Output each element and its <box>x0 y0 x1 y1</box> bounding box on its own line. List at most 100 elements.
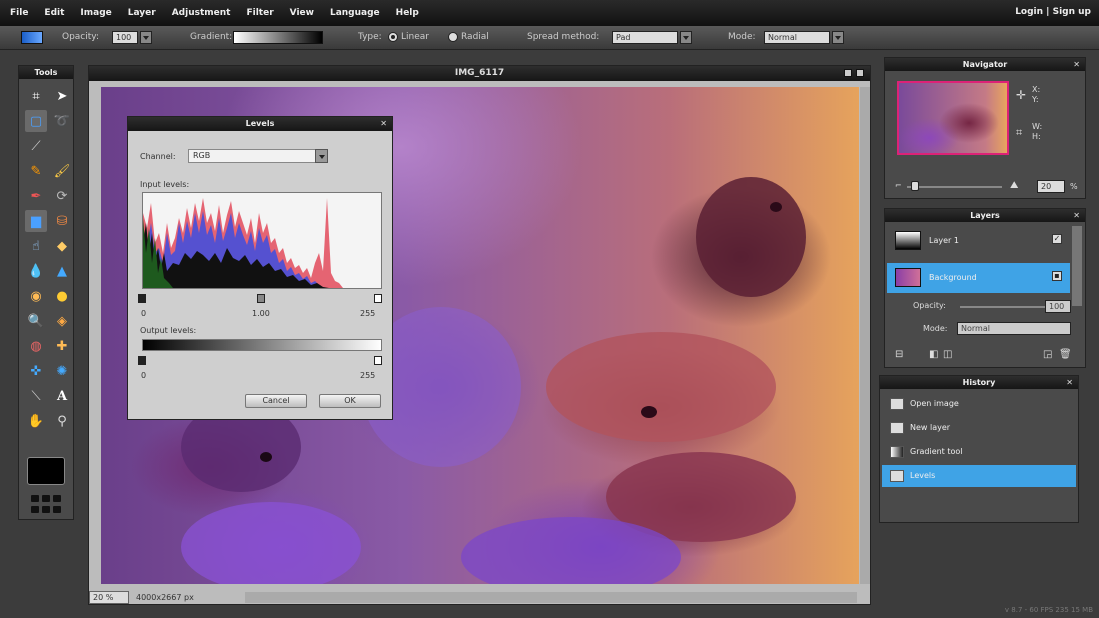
eraser-icon[interactable]: ◆ <box>51 235 73 257</box>
layer-row-background[interactable]: Background ▪ <box>887 263 1070 293</box>
mode-dropdown-button[interactable] <box>832 31 844 44</box>
menu-image[interactable]: Image <box>80 8 111 18</box>
horizontal-scrollbar[interactable] <box>245 592 857 603</box>
pinch-icon[interactable]: ✺ <box>51 360 73 382</box>
history-item-open-image[interactable]: Open image <box>882 393 1076 415</box>
crop-icon[interactable]: ⌗ <box>25 85 47 107</box>
gradient-preview[interactable] <box>233 31 323 44</box>
spot-heal-icon[interactable]: ✚ <box>51 335 73 357</box>
zoom-input[interactable]: 20 % <box>89 591 129 604</box>
menu-edit[interactable]: Edit <box>44 8 64 18</box>
maximize-icon[interactable] <box>844 69 852 77</box>
channel-dropdown-button[interactable] <box>315 149 328 163</box>
marquee-icon[interactable]: ▢ <box>25 110 47 132</box>
login-signup-links[interactable]: Login | Sign up <box>1015 7 1091 17</box>
mode-select[interactable]: Normal <box>764 31 830 44</box>
zoom-out-icon[interactable]: ⌐ <box>895 181 902 190</box>
menu-language[interactable]: Language <box>330 8 380 18</box>
close-icon[interactable]: ✕ <box>380 117 387 131</box>
clone-icon[interactable]: ✒ <box>25 185 47 207</box>
layer-lock-icon[interactable]: ▪ <box>1052 271 1062 281</box>
layer-row-layer-1[interactable]: Layer 1 ✓ <box>887 226 1070 256</box>
history-step-icon <box>890 398 904 410</box>
layer-mode-select[interactable]: Normal <box>957 322 1071 335</box>
close-icon[interactable] <box>856 69 864 77</box>
output-black-slider[interactable] <box>138 356 146 365</box>
new-layer-icon[interactable]: ◲ <box>1043 349 1052 360</box>
width-label: W: <box>1032 122 1043 131</box>
zoom-percent-input[interactable]: 20 <box>1037 180 1065 193</box>
type-linear-radio[interactable] <box>388 32 398 42</box>
layer-mode-label: Mode: <box>923 324 948 333</box>
zoom-icon[interactable]: 🔍 <box>25 310 47 332</box>
text-icon[interactable]: A <box>51 385 73 407</box>
zoom-slider-knob[interactable] <box>911 181 919 191</box>
menu-layer[interactable]: Layer <box>128 8 156 18</box>
move-icon[interactable]: ➤ <box>51 85 73 107</box>
magic-wand-icon[interactable]: ⟋ <box>25 135 47 157</box>
close-icon[interactable]: ✕ <box>1073 209 1080 222</box>
vertical-scrollbar[interactable] <box>860 87 870 584</box>
spread-method-dropdown-button[interactable] <box>680 31 692 44</box>
gradient-label: Gradient: <box>190 32 233 42</box>
history-item-gradient-tool[interactable]: Gradient tool <box>882 441 1076 463</box>
pencil-icon[interactable]: ✎ <box>25 160 47 182</box>
red-eye-icon[interactable]: ◍ <box>25 335 47 357</box>
input-gamma-slider[interactable] <box>257 294 265 303</box>
layers-scrollbar[interactable] <box>1072 226 1082 306</box>
navigator-thumbnail[interactable] <box>897 81 1009 155</box>
layer-mask-icon[interactable]: ◧ <box>929 349 938 360</box>
menu-adjustment[interactable]: Adjustment <box>172 8 231 18</box>
type-radial-radio[interactable] <box>448 32 458 42</box>
magnifier-icon[interactable]: ⚲ <box>51 410 73 432</box>
menu-file[interactable]: File <box>10 8 28 18</box>
close-icon[interactable]: ✕ <box>1066 376 1073 389</box>
bloat-icon[interactable]: ✜ <box>25 360 47 382</box>
input-white-slider[interactable] <box>374 294 382 303</box>
dodge-icon[interactable]: ● <box>51 285 73 307</box>
history-label: New layer <box>910 423 951 432</box>
opacity-dropdown-button[interactable] <box>140 31 152 44</box>
gradient-icon[interactable]: ▆ <box>25 210 47 232</box>
brush-icon[interactable]: 🖌 <box>51 160 73 182</box>
layer-opacity-slider[interactable] <box>960 306 1045 308</box>
zoom-in-icon[interactable]: ⛰ <box>1010 180 1018 191</box>
opacity-input[interactable]: 100 <box>112 31 138 44</box>
output-gradient <box>142 339 382 351</box>
channel-select[interactable]: RGB <box>188 149 318 163</box>
eyedropper-icon[interactable]: ⟍ <box>25 385 47 407</box>
color-swatches[interactable] <box>27 457 65 485</box>
layer-opacity-input[interactable]: 100 <box>1045 300 1071 313</box>
hand-icon[interactable]: ✋ <box>25 410 47 432</box>
smudge-icon[interactable]: ☝ <box>25 235 47 257</box>
shape-icon[interactable]: ◈ <box>51 310 73 332</box>
spread-method-select[interactable]: Pad <box>612 31 678 44</box>
grid-view-icon[interactable] <box>27 493 65 515</box>
sponge-icon[interactable]: ◉ <box>25 285 47 307</box>
ok-button[interactable]: OK <box>319 394 381 408</box>
lasso-icon[interactable]: ➰ <box>51 110 73 132</box>
menu-view[interactable]: View <box>290 8 314 18</box>
close-icon[interactable]: ✕ <box>1073 58 1080 71</box>
layer-opacity-label: Opacity: <box>913 301 946 310</box>
input-gamma-value: 1.00 <box>252 309 270 318</box>
sharpen-icon[interactable]: ▲ <box>51 260 73 282</box>
layer-styles-icon[interactable]: ⊟ <box>895 349 903 360</box>
delete-layer-icon[interactable]: 🗑 <box>1059 349 1072 360</box>
output-white-slider[interactable] <box>374 356 382 365</box>
input-black-slider[interactable] <box>138 294 146 303</box>
bucket-icon[interactable]: ⛁ <box>51 210 73 232</box>
link-layers-icon[interactable]: ◫ <box>943 349 952 360</box>
zoom-slider-track[interactable] <box>907 186 1002 188</box>
cancel-button[interactable]: Cancel <box>245 394 307 408</box>
history-item-new-layer[interactable]: New layer <box>882 417 1076 439</box>
menu-filter[interactable]: Filter <box>246 8 273 18</box>
menu-help[interactable]: Help <box>396 8 419 18</box>
layer-visibility-checkbox[interactable]: ✓ <box>1052 234 1062 244</box>
history-item-levels[interactable]: Levels <box>882 465 1076 487</box>
crosshair-icon: ✛ <box>1016 88 1027 102</box>
color-replace-icon[interactable]: ⟳ <box>51 185 73 207</box>
blur-icon[interactable]: 💧 <box>25 260 47 282</box>
percent-label: % <box>1070 182 1078 191</box>
foreground-color-swatch[interactable] <box>21 31 43 44</box>
